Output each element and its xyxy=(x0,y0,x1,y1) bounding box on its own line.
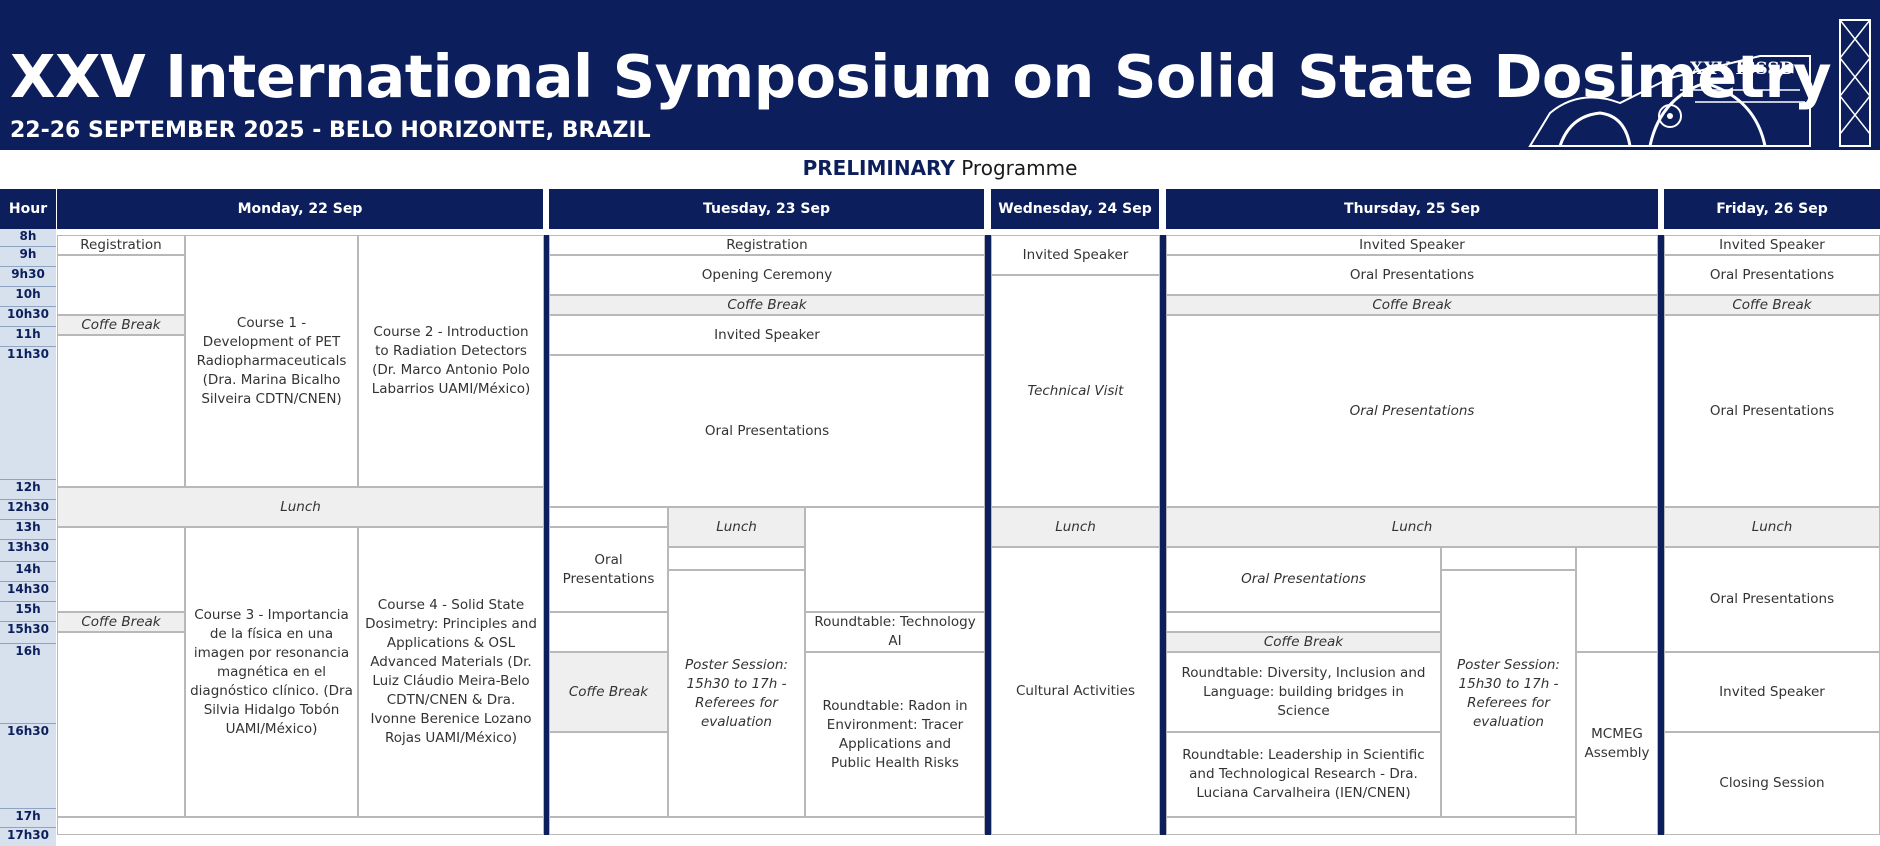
session-registration: Registration xyxy=(549,235,985,255)
session-invited-speaker: Invited Speaker xyxy=(549,315,985,355)
session-course-4: Course 4 - Solid State Dosimetry: Princi… xyxy=(358,527,544,817)
session-oral-presentations: Oral Presentations xyxy=(1166,547,1441,612)
programme-status: PRELIMINARY xyxy=(802,156,955,180)
hour-label: 12h xyxy=(0,479,56,494)
hour-label: 17h30 xyxy=(0,827,56,842)
session-invited-speaker: Invited Speaker xyxy=(1664,652,1880,732)
hour-label: 13h xyxy=(0,519,56,534)
day-header-friday: Friday, 26 Sep xyxy=(1664,189,1880,229)
session-lunch: Lunch xyxy=(57,487,544,527)
session-cultural-activities: Cultural Activities xyxy=(991,547,1160,835)
session-coffee-break: Coffe Break xyxy=(549,295,985,315)
hour-label: 12h30 xyxy=(0,499,56,514)
session-empty xyxy=(549,507,668,527)
hour-label: 16h xyxy=(0,643,56,658)
session-course-3: Course 3 - Importancia de la física en u… xyxy=(185,527,358,817)
hour-label: 14h30 xyxy=(0,581,56,596)
hour-label: 10h xyxy=(0,286,56,301)
hour-label: 11h xyxy=(0,326,56,341)
session-coffee-break: Coffe Break xyxy=(1664,295,1880,315)
session-empty xyxy=(57,255,185,315)
session-empty xyxy=(549,732,668,817)
session-roundtable-diversity: Roundtable: Diversity, Inclusion and Lan… xyxy=(1166,652,1441,732)
day-header-tuesday: Tuesday, 23 Sep xyxy=(549,189,984,229)
session-oral-presentations: Oral Presentations xyxy=(1166,255,1658,295)
hour-label: 15h xyxy=(0,601,56,616)
session-empty xyxy=(805,507,985,612)
session-empty xyxy=(57,632,185,817)
session-coffee-break: Coffe Break xyxy=(57,612,185,632)
day-header-thursday: Thursday, 25 Sep xyxy=(1166,189,1658,229)
programme-caption: PRELIMINARY Programme xyxy=(0,156,1880,180)
session-oral-presentations: Oral Presentations xyxy=(1664,547,1880,652)
session-invited-speaker: Invited Speaker xyxy=(991,235,1160,275)
session-empty xyxy=(549,817,985,835)
session-poster: Poster Session: 15h30 to 17h - Referees … xyxy=(1441,570,1576,817)
session-empty xyxy=(549,612,668,652)
hour-label: 15h30 xyxy=(0,621,56,636)
hour-label: 13h30 xyxy=(0,539,56,554)
hour-header: Hour xyxy=(0,189,56,229)
session-coffee-break: Coffe Break xyxy=(57,315,185,335)
session-lunch: Lunch xyxy=(668,507,805,547)
session-empty xyxy=(1166,817,1576,835)
day-header-wednesday: Wednesday, 24 Sep xyxy=(991,189,1159,229)
session-empty xyxy=(57,817,544,835)
hour-label: 16h30 xyxy=(0,723,56,738)
session-coffee-break: Coffe Break xyxy=(1166,295,1658,315)
session-technical-visit: Technical Visit xyxy=(991,275,1160,507)
session-invited-speaker: Invited Speaker xyxy=(1664,235,1880,255)
session-roundtable-radon: Roundtable: Radon in Environment: Tracer… xyxy=(805,652,985,817)
hour-label: 9h30 xyxy=(0,266,56,281)
header-banner: XXV International Symposium on Solid Sta… xyxy=(0,0,1880,150)
session-lunch: Lunch xyxy=(991,507,1160,547)
programme-label: Programme xyxy=(954,156,1078,180)
session-lunch: Lunch xyxy=(1166,507,1658,547)
isssd-logo-icon: XXV ISSSD xyxy=(1528,19,1871,147)
session-invited-speaker: Invited Speaker xyxy=(1166,235,1658,255)
hour-label: 11h30 xyxy=(0,346,56,361)
session-course-2: Course 2 - Introduction to Radiation Det… xyxy=(358,235,544,487)
session-registration: Registration xyxy=(57,235,185,255)
session-empty xyxy=(1166,612,1441,632)
hour-column xyxy=(0,229,56,846)
session-empty xyxy=(57,335,185,487)
session-oral-presentations: Oral Presentations xyxy=(549,355,985,507)
session-empty xyxy=(1441,547,1576,570)
session-oral-presentations: Oral Presentations xyxy=(1664,255,1880,295)
session-closing: Closing Session xyxy=(1664,732,1880,835)
hour-label: 9h xyxy=(0,246,56,261)
session-opening-ceremony: Opening Ceremony xyxy=(549,255,985,295)
hour-label: 17h xyxy=(0,808,56,823)
session-course-1: Course 1 - Development of PET Radiopharm… xyxy=(185,235,358,487)
session-poster: Poster Session: 15h30 to 17h - Referees … xyxy=(668,570,805,817)
session-oral-presentations: Oral Presentations xyxy=(549,527,668,612)
hour-label: 14h xyxy=(0,561,56,576)
svg-text:XXV ISSSD: XXV ISSSD xyxy=(1690,59,1795,79)
session-coffee-break: Coffe Break xyxy=(549,652,668,732)
event-subtitle: 22-26 SEPTEMBER 2025 - BELO HORIZONTE, B… xyxy=(10,118,651,143)
session-roundtable-leadership: Roundtable: Leadership in Scientific and… xyxy=(1166,732,1441,817)
session-roundtable-technology: Roundtable: Technology AI xyxy=(805,612,985,652)
day-header-monday: Monday, 22 Sep xyxy=(57,189,543,229)
session-empty xyxy=(57,527,185,612)
session-empty xyxy=(668,547,805,570)
session-mcmeg-assembly: MCMEG Assembly xyxy=(1576,652,1658,835)
session-oral-presentations: Oral Presentations xyxy=(1664,315,1880,507)
session-empty xyxy=(1576,547,1658,652)
session-oral-presentations: Oral Presentations xyxy=(1166,315,1658,507)
hour-label: 10h30 xyxy=(0,306,56,321)
session-lunch: Lunch xyxy=(1664,507,1880,547)
session-coffee-break: Coffe Break xyxy=(1166,632,1441,652)
hour-label: 8h xyxy=(19,229,37,243)
